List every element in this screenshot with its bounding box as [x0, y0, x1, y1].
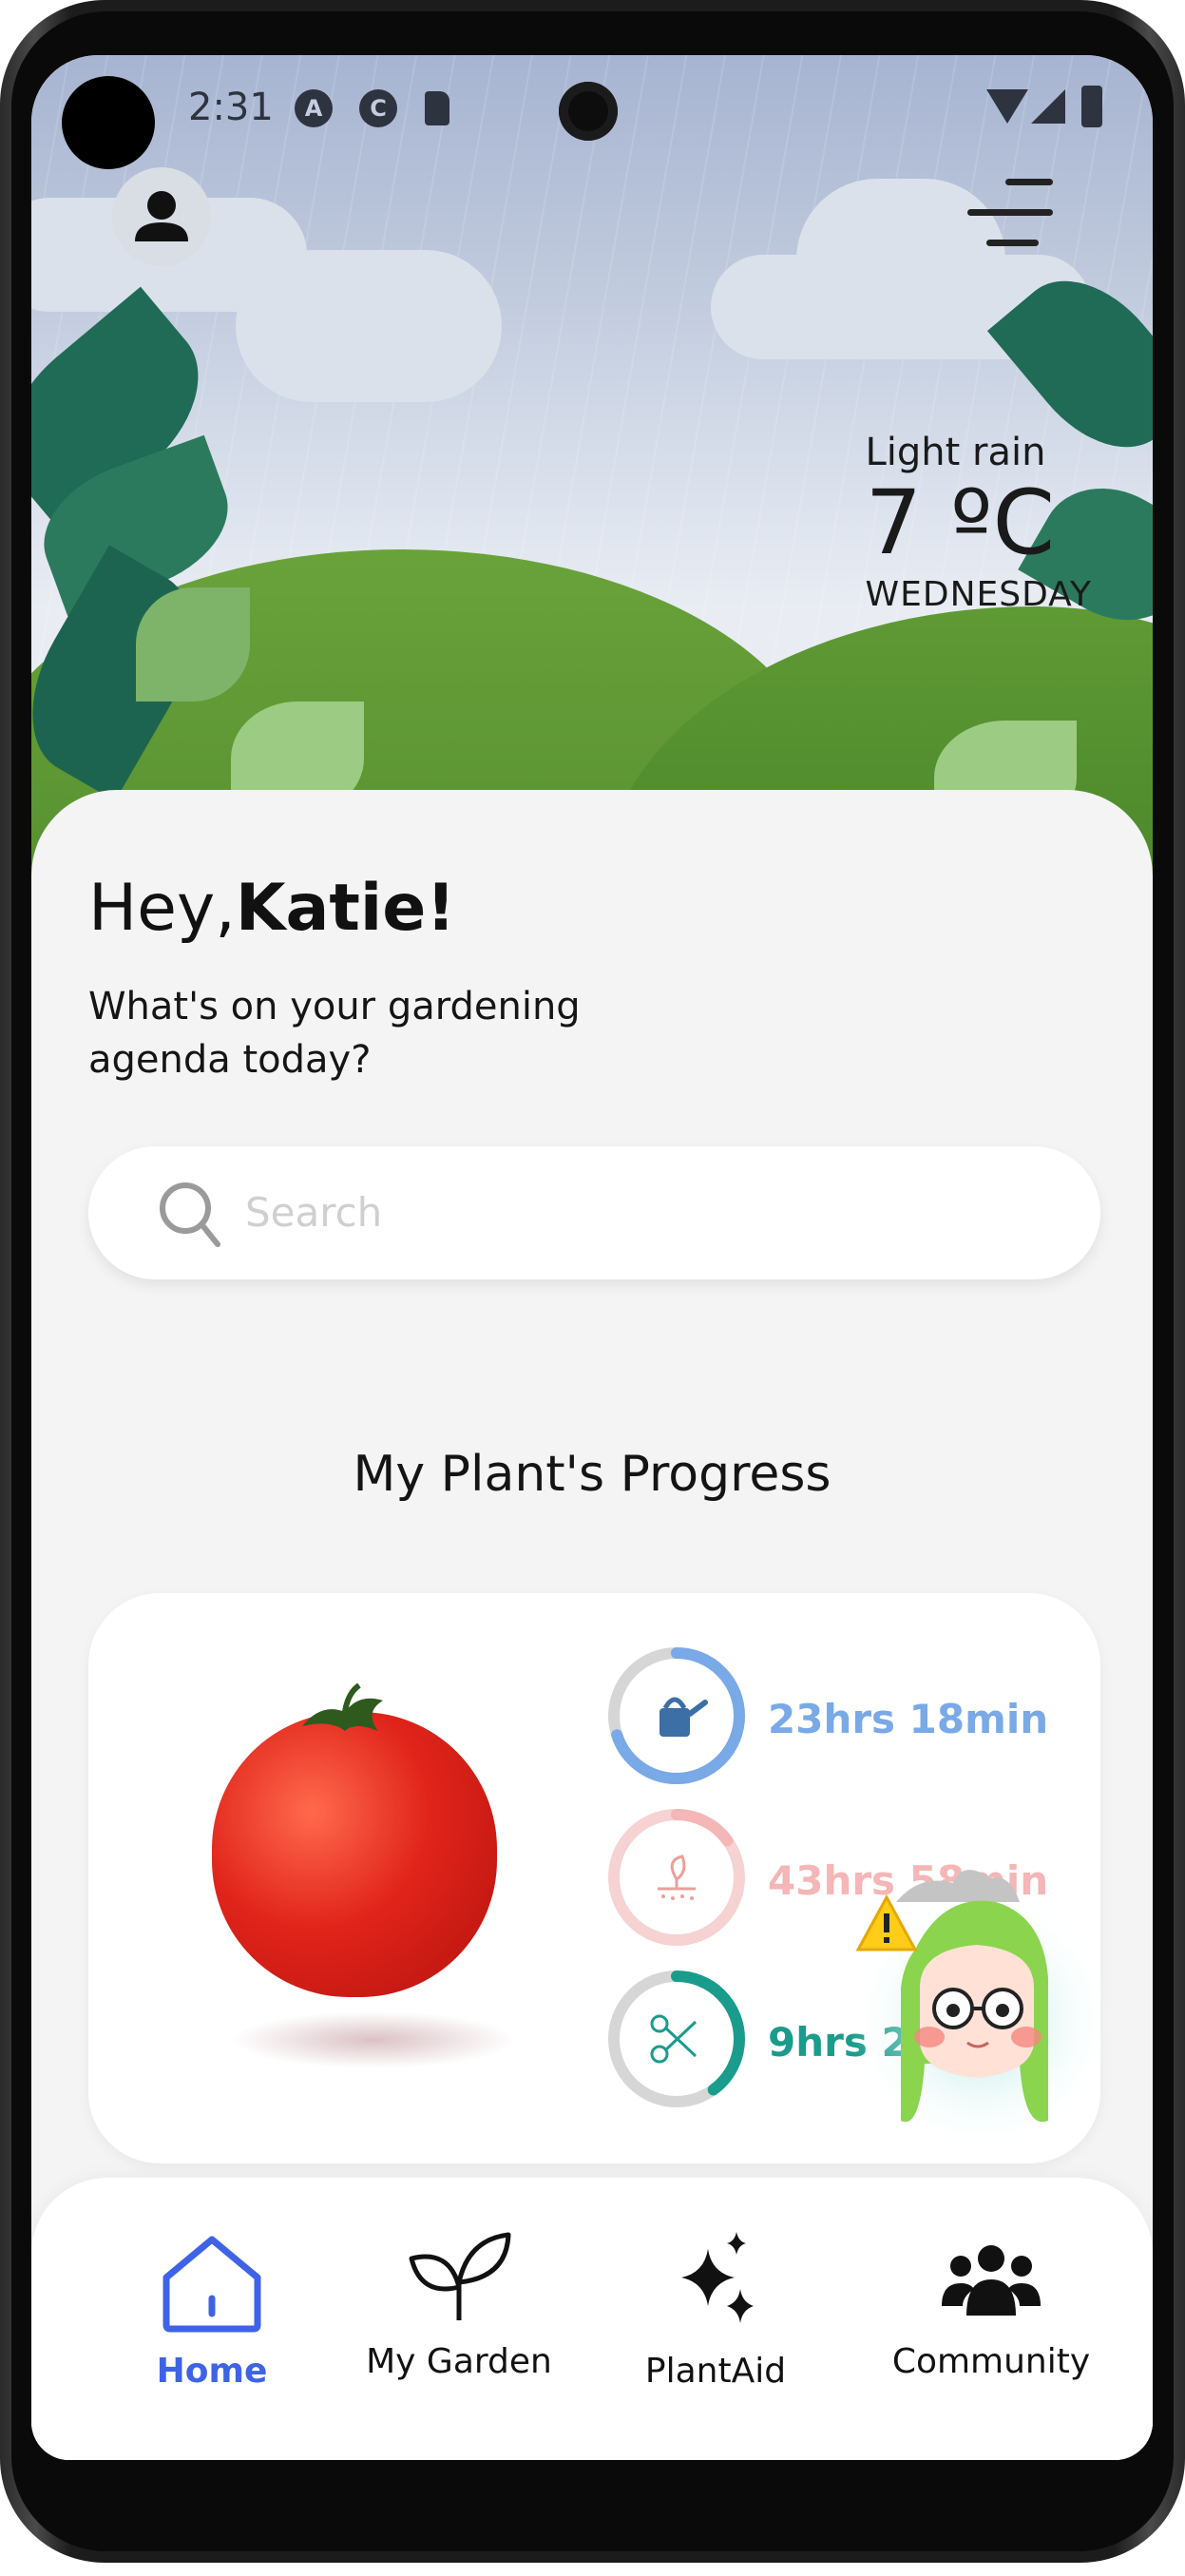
nav-label-plantaid: PlantAid — [644, 2352, 787, 2391]
cloud — [236, 250, 502, 402]
weather-condition: Light rain — [865, 431, 1046, 474]
user-icon — [135, 191, 188, 241]
menu-line — [1005, 179, 1053, 185]
menu-button[interactable] — [967, 179, 1053, 255]
fertilize-icon — [658, 1855, 696, 1900]
phone-frame: 2:31 A C Light rain 7 ºC WEDNESDAY Hey,K… — [0, 0, 1185, 2563]
nav-label-home: Home — [156, 2352, 268, 2391]
greeting-name: Katie! — [235, 871, 456, 946]
signal-icon — [1031, 89, 1065, 124]
assistant-mascot[interactable] — [830, 1845, 1115, 2159]
wifi-icon — [986, 89, 1028, 124]
pruning-progress-ring — [606, 1969, 747, 2109]
front-camera — [559, 82, 618, 141]
sparkles-icon — [681, 2232, 754, 2323]
battery-icon — [1081, 86, 1102, 127]
weather-day: WEDNESDAY — [865, 575, 1092, 614]
fertilize-progress-ring — [606, 1807, 747, 1948]
watering-time: 23hrs 18min — [768, 1696, 1049, 1742]
menu-line — [967, 209, 1053, 216]
bottom-navigation: Home My Garden PlantAid Community — [31, 2178, 1153, 2460]
plant-shadow — [231, 2011, 516, 2068]
camera-dot — [62, 76, 155, 169]
greeting-hello: Hey, — [88, 871, 236, 946]
tomato-image — [212, 1712, 497, 1997]
greeting-heading: Hey,Katie! — [88, 871, 455, 946]
search-placeholder: Search — [245, 1189, 383, 1236]
nav-label-my-garden: My Garden — [366, 2342, 552, 2381]
menu-line — [986, 240, 1039, 246]
section-title: My Plant's Progress — [353, 1446, 831, 1503]
notification-icon: C — [359, 89, 397, 127]
nav-item-community[interactable]: Community — [858, 2230, 1124, 2381]
nav-item-home[interactable]: Home — [117, 2230, 307, 2391]
status-time: 2:31 — [188, 86, 274, 129]
nav-item-my-garden[interactable]: My Garden — [335, 2230, 583, 2381]
pruning-scissors-icon — [650, 2014, 698, 2064]
weather-info: Light rain 7 ºC WEDNESDAY — [866, 431, 1093, 614]
app-screen: 2:31 A C Light rain 7 ºC WEDNESDAY Hey,K… — [31, 55, 1153, 2460]
sd-card-icon — [425, 91, 449, 125]
status-bar: 2:31 A C — [31, 55, 1153, 169]
nav-item-plantaid[interactable]: PlantAid — [602, 2230, 830, 2391]
search-input[interactable]: Search — [88, 1146, 1100, 1279]
greeting-subtitle: What's on your gardening agenda today? — [88, 985, 581, 1082]
home-icon — [162, 2236, 261, 2333]
community-icon — [942, 2245, 1041, 2316]
watering-progress-ring — [606, 1645, 747, 1786]
profile-button[interactable] — [112, 167, 211, 266]
sprout-icon — [409, 2232, 511, 2320]
notification-icon: A — [295, 89, 333, 127]
weather-temperature: 7 ºC — [865, 471, 1056, 575]
watering-can-icon — [659, 1697, 708, 1737]
tomato-stem — [302, 1683, 383, 1731]
search-icon — [160, 1182, 220, 1247]
nav-label-community: Community — [891, 2342, 1091, 2381]
leaf — [136, 587, 250, 702]
